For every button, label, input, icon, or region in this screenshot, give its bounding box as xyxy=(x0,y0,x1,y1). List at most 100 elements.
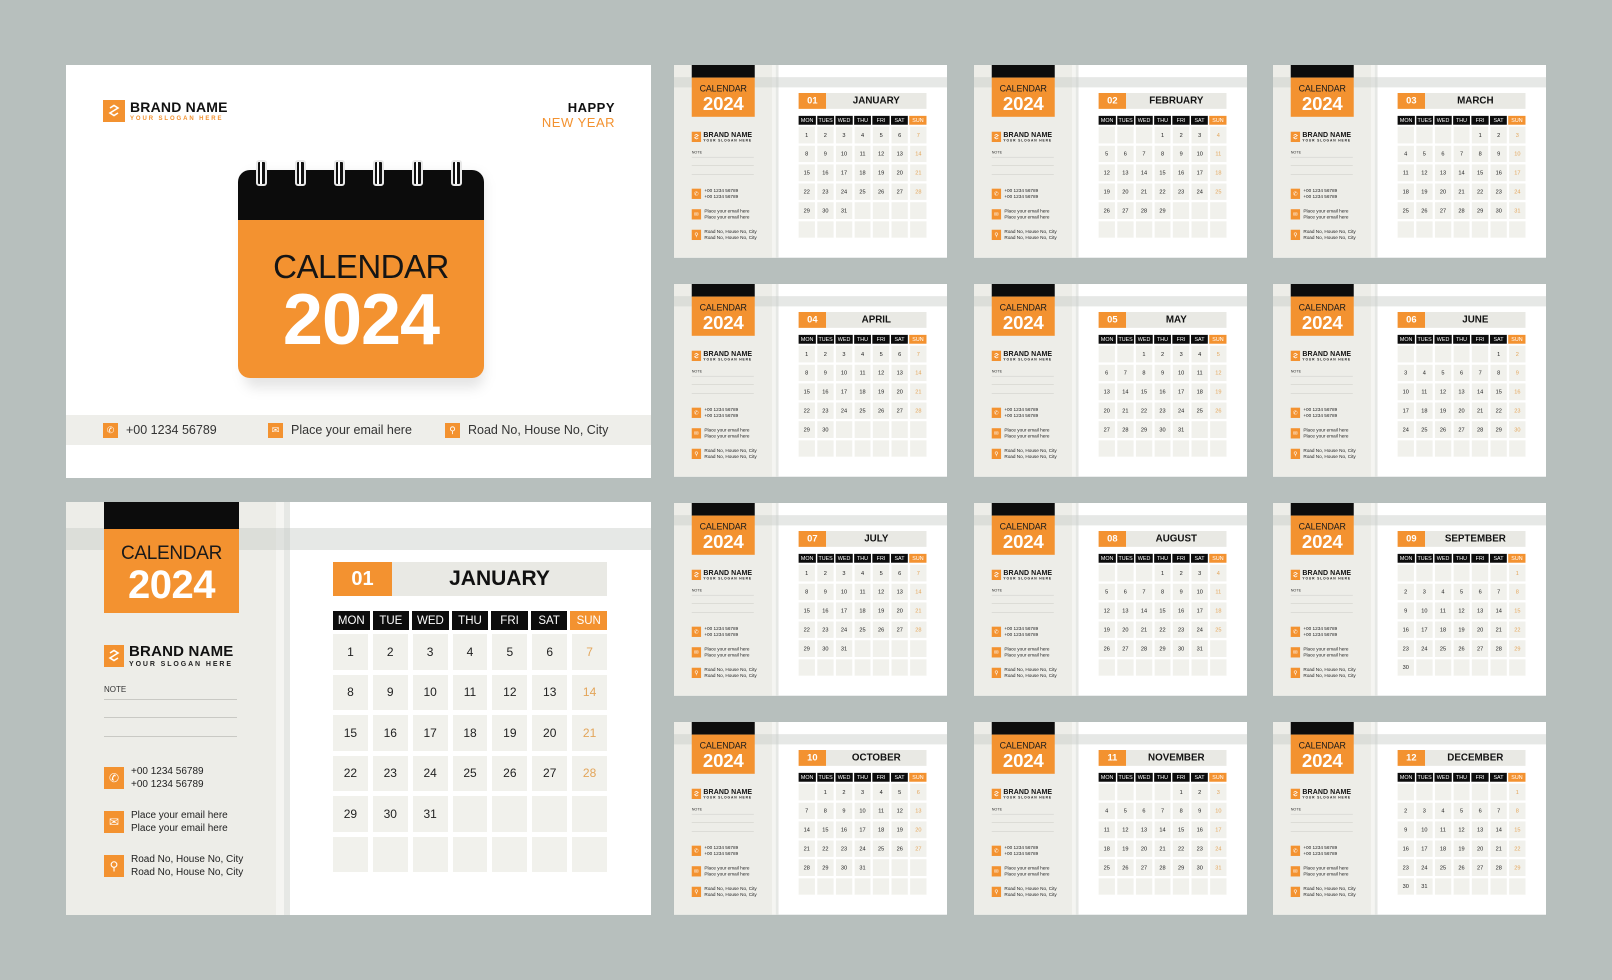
day-cell xyxy=(1135,440,1153,457)
brand-s-logo-icon xyxy=(1290,569,1301,581)
weekday-label: FRI xyxy=(872,772,890,782)
day-cell: 29 xyxy=(798,421,815,438)
day-cell: 18 xyxy=(1210,164,1227,181)
day-cell: 10 xyxy=(835,364,853,382)
email-icon: ✉ xyxy=(691,866,702,877)
email-icon: ✉ xyxy=(991,428,1002,439)
calendar-year: 2024 xyxy=(1301,750,1343,772)
day-cell xyxy=(1490,659,1507,676)
note-label: NOTE xyxy=(991,369,1003,374)
day-cell: 8 xyxy=(1509,583,1526,601)
day-cell: 9 xyxy=(1509,364,1526,382)
day-cell: 4 xyxy=(1434,802,1452,820)
day-cell: 21 xyxy=(1490,621,1507,638)
month-page-thumbnail: CALENDAR 2024 BRAND NAME YOUR SLOGAN HER… xyxy=(674,503,948,696)
brand-slogan: YOUR SLOGAN HERE xyxy=(1302,796,1351,800)
calendar-year: 2024 xyxy=(1301,531,1343,553)
day-cell: 17 xyxy=(1191,602,1208,619)
day-cell xyxy=(1434,440,1452,457)
day-cell: 16 xyxy=(1173,164,1190,181)
month-number: 05 xyxy=(1098,312,1127,328)
weekday-label: TUES xyxy=(1117,334,1135,344)
day-cell: 14 xyxy=(1472,383,1489,400)
brand-slogan: YOUR SLOGAN HERE xyxy=(703,358,752,362)
weekday-label: THU xyxy=(854,334,872,344)
day-cell xyxy=(1472,221,1489,238)
brand-s-logo-icon xyxy=(1290,350,1301,362)
day-cell: 6 xyxy=(1472,802,1489,820)
day-cell: 2 xyxy=(1154,345,1171,363)
calendar-year: 2024 xyxy=(128,563,215,607)
day-cell xyxy=(1416,783,1433,801)
day-cell: 24 xyxy=(1191,621,1208,638)
weekday-header: MON TUES WED THU FRI SAT SUN xyxy=(798,334,927,344)
month-number: 12 xyxy=(1397,750,1426,766)
day-cell: 4 xyxy=(1191,345,1208,363)
day-cell: 17 xyxy=(835,383,853,400)
day-cell: 9 xyxy=(1191,802,1208,820)
day-cell: 23 xyxy=(817,402,834,419)
day-cell: 4 xyxy=(1397,145,1414,163)
phone-info: ✆ +00 1234 56789 +00 1234 56789 xyxy=(1290,188,1337,200)
day-cell: 19 xyxy=(1434,402,1452,419)
phone-info: ✆ +00 1234 56789 +00 1234 56789 xyxy=(691,407,738,419)
day-cell: 30 xyxy=(1191,859,1208,876)
day-cell xyxy=(891,421,908,438)
day-cell: 6 xyxy=(1453,364,1470,382)
greeting-line-2: NEW YEAR xyxy=(541,114,615,130)
brand-logo-block: BRAND NAME YOUR SLOGAN HERE xyxy=(991,569,1052,580)
day-cell: 7 xyxy=(1117,364,1134,382)
brand-s-logo-icon xyxy=(691,350,702,362)
day-cell: 1 xyxy=(1154,564,1171,582)
day-cell: 5 xyxy=(1117,802,1134,820)
day-cell: 1 xyxy=(798,345,815,363)
day-cell: 27 xyxy=(1135,859,1153,876)
day-cell: 15 xyxy=(1154,164,1171,181)
note-label: NOTE xyxy=(991,150,1003,155)
day-cell xyxy=(1490,783,1507,801)
day-cell: 17 xyxy=(835,602,853,619)
email-icon: ✉ xyxy=(1290,428,1301,439)
phone-info: ✆ +00 1234 56789 +00 1234 56789 xyxy=(691,626,738,638)
tab-top xyxy=(991,503,1055,516)
tab-top xyxy=(991,65,1055,78)
day-cell: 17 xyxy=(1397,402,1414,419)
brand-slogan: YOUR SLOGAN HERE xyxy=(703,577,752,581)
day-cell xyxy=(1416,221,1433,238)
weekday-label: SUN xyxy=(1209,334,1227,344)
day-cell: 25 xyxy=(1210,621,1227,638)
location-pin-icon: ⚲ xyxy=(991,448,1002,460)
day-cell: 21 xyxy=(1490,840,1507,857)
day-cell: 20 xyxy=(1472,840,1489,857)
day-cell: 25 xyxy=(1098,859,1115,876)
address-info: ⚲ Road No, House No, City Road No, House … xyxy=(691,886,757,898)
day-cell xyxy=(1210,440,1227,457)
day-cell: 23 xyxy=(817,621,834,638)
weekday-label: THU xyxy=(1154,772,1172,782)
day-cell xyxy=(1173,202,1190,219)
weekday-label: WED xyxy=(1434,115,1452,125)
day-cell xyxy=(1210,659,1227,676)
brand-logo-block: BRAND NAME YOUR SLOGAN HERE xyxy=(1290,131,1351,142)
month-page-thumbnail: CALENDAR 2024 BRAND NAME YOUR SLOGAN HER… xyxy=(674,284,948,477)
day-cell: 13 xyxy=(1472,602,1489,619)
day-cell: 28 xyxy=(910,621,927,638)
day-cell xyxy=(1173,221,1190,238)
weekday-label: WED xyxy=(1434,334,1452,344)
brand-logo-block: BRAND NAME YOUR SLOGAN HERE xyxy=(991,131,1052,142)
day-cell: 6 xyxy=(891,345,908,363)
day-cell: 10 xyxy=(1416,602,1433,619)
day-cell: 12 xyxy=(1210,364,1227,382)
weekday-header: MON TUES WED THU FRI SAT SUN xyxy=(1098,553,1227,563)
phone-info: ✆ +00 1234 56789 +00 1234 56789 xyxy=(104,765,204,791)
day-cell xyxy=(910,421,927,438)
day-cell xyxy=(1453,126,1470,144)
day-cell xyxy=(798,659,815,676)
brand-name: BRAND NAME xyxy=(129,643,234,660)
day-cell xyxy=(835,659,853,676)
weekday-header: MON TUES WED THU FRI SAT SUN xyxy=(1098,772,1227,782)
day-cell: 21 xyxy=(910,602,927,619)
month-page-large: CALENDAR 2024 BRAND NAME YOUR SLOGAN HER… xyxy=(66,502,651,915)
day-cell: 21 xyxy=(910,164,927,181)
day-cell xyxy=(1453,783,1470,801)
